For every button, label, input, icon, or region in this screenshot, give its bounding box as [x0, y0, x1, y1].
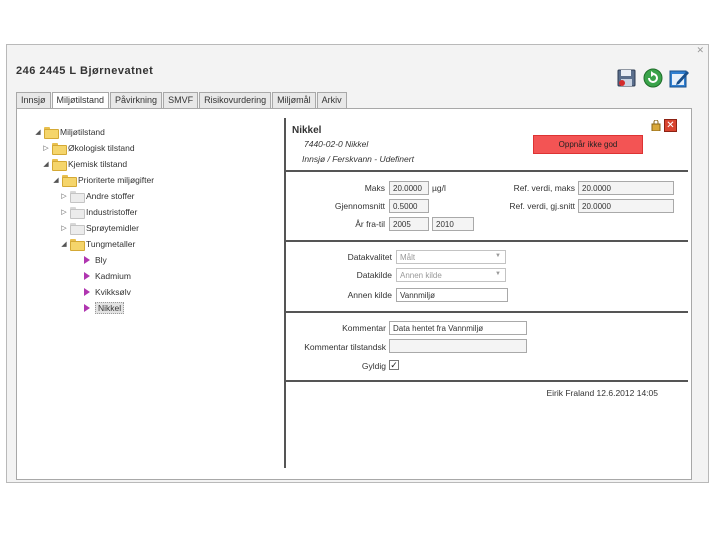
tree-item[interactable]: ◢ Tungmetaller — [60, 237, 135, 251]
expand-arrow-icon[interactable]: ◢ — [34, 128, 42, 136]
folder-icon — [70, 223, 85, 235]
datakvalitet-label: Datakvalitet — [347, 252, 392, 262]
gjennomsnitt-field[interactable]: 0.5000 — [389, 199, 429, 213]
datakvalitet-value: Målt — [400, 253, 416, 262]
detail-heading: Nikkel — [292, 125, 322, 136]
tree-item-selected[interactable]: Nikkel — [82, 301, 125, 315]
maks-label: Maks — [364, 183, 385, 193]
tree-item-label: Kadmium — [95, 271, 131, 281]
folder-icon — [52, 159, 67, 171]
expand-arrow-icon[interactable]: ◢ — [42, 160, 50, 168]
leaf-arrow-icon — [84, 256, 90, 264]
tree-item[interactable]: Bly — [82, 253, 107, 267]
kommentar-tilstand-label: Kommentar tilstandsk — [304, 342, 386, 352]
tree-item[interactable]: Kvikksølv — [82, 285, 131, 299]
datakilde-select[interactable]: Annen kilde ▼ — [396, 268, 506, 282]
tree-item[interactable]: ▷ Økologisk tilstand — [42, 141, 135, 155]
ref-gjsnitt-field[interactable]: 20.0000 — [578, 199, 674, 213]
ref-maks-label: Ref. verdi, maks — [513, 183, 575, 193]
folder-icon — [44, 127, 59, 139]
edit-icon[interactable] — [668, 67, 690, 89]
tree-item[interactable]: Kadmium — [82, 269, 131, 283]
tree-item-label: Kjemisk tilstand — [68, 159, 128, 169]
tree-item[interactable]: ◢ Kjemisk tilstand — [42, 157, 127, 171]
toolbar — [616, 67, 690, 89]
tab-smvf[interactable]: SMVF — [163, 92, 199, 109]
waterbody-type: Innsjø / Ferskvann - Udefinert — [302, 154, 414, 164]
expand-arrow-icon[interactable]: ◢ — [60, 240, 68, 248]
folder-icon — [52, 143, 67, 155]
tree-item-label: Kvikksølv — [95, 287, 131, 297]
tab-bar: Innsjø Miljøtilstand Påvirkning SMVF Ris… — [16, 92, 348, 110]
annen-kilde-field[interactable]: Vannmiljø — [396, 288, 508, 302]
datakilde-label: Datakilde — [356, 270, 392, 280]
tree-item[interactable]: ◢ Miljøtilstand — [34, 125, 105, 139]
tab-arkiv[interactable]: Arkiv — [316, 92, 347, 109]
expand-arrow-icon[interactable]: ◢ — [52, 176, 60, 184]
refresh-icon[interactable] — [642, 67, 664, 89]
kommentar-label: Kommentar — [342, 323, 386, 333]
gyldig-checkbox[interactable]: ✓ — [389, 360, 399, 370]
ref-gjsnitt-label: Ref. verdi, gj.snitt — [509, 201, 575, 211]
tree-item-label: Industristoffer — [86, 207, 138, 217]
close-icon[interactable]: ✕ — [696, 45, 704, 56]
tree-item[interactable]: ◢ Prioriterte miljøgifter — [52, 173, 154, 187]
tree-item-label: Bly — [95, 255, 107, 265]
expand-arrow-icon[interactable]: ▷ — [60, 208, 68, 216]
folder-icon — [62, 175, 77, 187]
delete-icon[interactable]: ✕ — [664, 119, 677, 132]
kommentar-field[interactable]: Data hentet fra Vannmiljø — [389, 321, 527, 335]
tree-item-label: Sprøytemidler — [86, 223, 139, 233]
gyldig-label: Gyldig — [361, 361, 386, 371]
ref-maks-field[interactable]: 20.0000 — [578, 181, 674, 195]
tree-item-label: Økologisk tilstand — [68, 143, 135, 153]
substance-code: 7440-02-0 Nikkel — [304, 139, 369, 149]
unit-label: µg/l — [432, 183, 446, 193]
tab-innsjo[interactable]: Innsjø — [16, 92, 51, 109]
leaf-arrow-icon — [84, 304, 90, 312]
save-icon[interactable] — [616, 67, 638, 89]
section-divider — [286, 380, 688, 382]
aar-til-field[interactable]: 2010 — [432, 217, 474, 231]
section-divider — [286, 240, 688, 242]
expand-arrow-icon[interactable]: ▷ — [60, 224, 68, 232]
tree-item[interactable]: ▷ Andre stoffer — [60, 189, 135, 203]
aar-fra-field[interactable]: 2005 — [389, 217, 429, 231]
lock-icon[interactable] — [651, 119, 661, 132]
tree-item-label: Nikkel — [95, 302, 125, 314]
last-modified: Eirik Fraland 12.6.2012 14:05 — [546, 388, 658, 398]
tree-item-label: Prioriterte miljøgifter — [78, 175, 155, 185]
tab-miljomal[interactable]: Miljømål — [272, 92, 316, 109]
leaf-arrow-icon — [84, 272, 90, 280]
chevron-down-icon: ▼ — [495, 271, 501, 277]
folder-icon — [70, 239, 85, 251]
expand-arrow-icon[interactable]: ▷ — [60, 192, 68, 200]
status-badge: Oppnår ikke god — [533, 135, 643, 154]
chevron-down-icon: ▼ — [495, 253, 501, 259]
application-window: ✕ 246 2445 L Bjørnevatnet Innsjø Miljøti… — [6, 44, 709, 483]
datakilde-value: Annen kilde — [400, 271, 442, 280]
gjennomsnitt-label: Gjennomsnitt — [334, 201, 385, 211]
section-divider — [286, 311, 688, 313]
expand-arrow-icon[interactable]: ▷ — [42, 144, 50, 152]
kommentar-tilstand-field[interactable] — [389, 339, 527, 353]
section-divider — [286, 170, 688, 172]
maks-field[interactable]: 20.0000 — [389, 181, 429, 195]
tab-pavirkning[interactable]: Påvirkning — [110, 92, 163, 109]
tree-item-label: Miljøtilstand — [60, 127, 105, 137]
tab-risikovurdering[interactable]: Risikovurdering — [199, 92, 272, 109]
annen-kilde-label: Annen kilde — [347, 290, 392, 300]
tree-item-label: Tungmetaller — [86, 239, 136, 249]
leaf-arrow-icon — [84, 288, 90, 296]
tree-item-label: Andre stoffer — [86, 191, 135, 201]
aar-label: År fra-til — [355, 219, 385, 229]
page-title: 246 2445 L Bjørnevatnet — [16, 65, 154, 77]
datakvalitet-select[interactable]: Målt ▼ — [396, 250, 506, 264]
folder-icon — [70, 207, 85, 219]
tree-item[interactable]: ▷ Industristoffer — [60, 205, 137, 219]
folder-icon — [70, 191, 85, 203]
tree-item[interactable]: ▷ Sprøytemidler — [60, 221, 139, 235]
